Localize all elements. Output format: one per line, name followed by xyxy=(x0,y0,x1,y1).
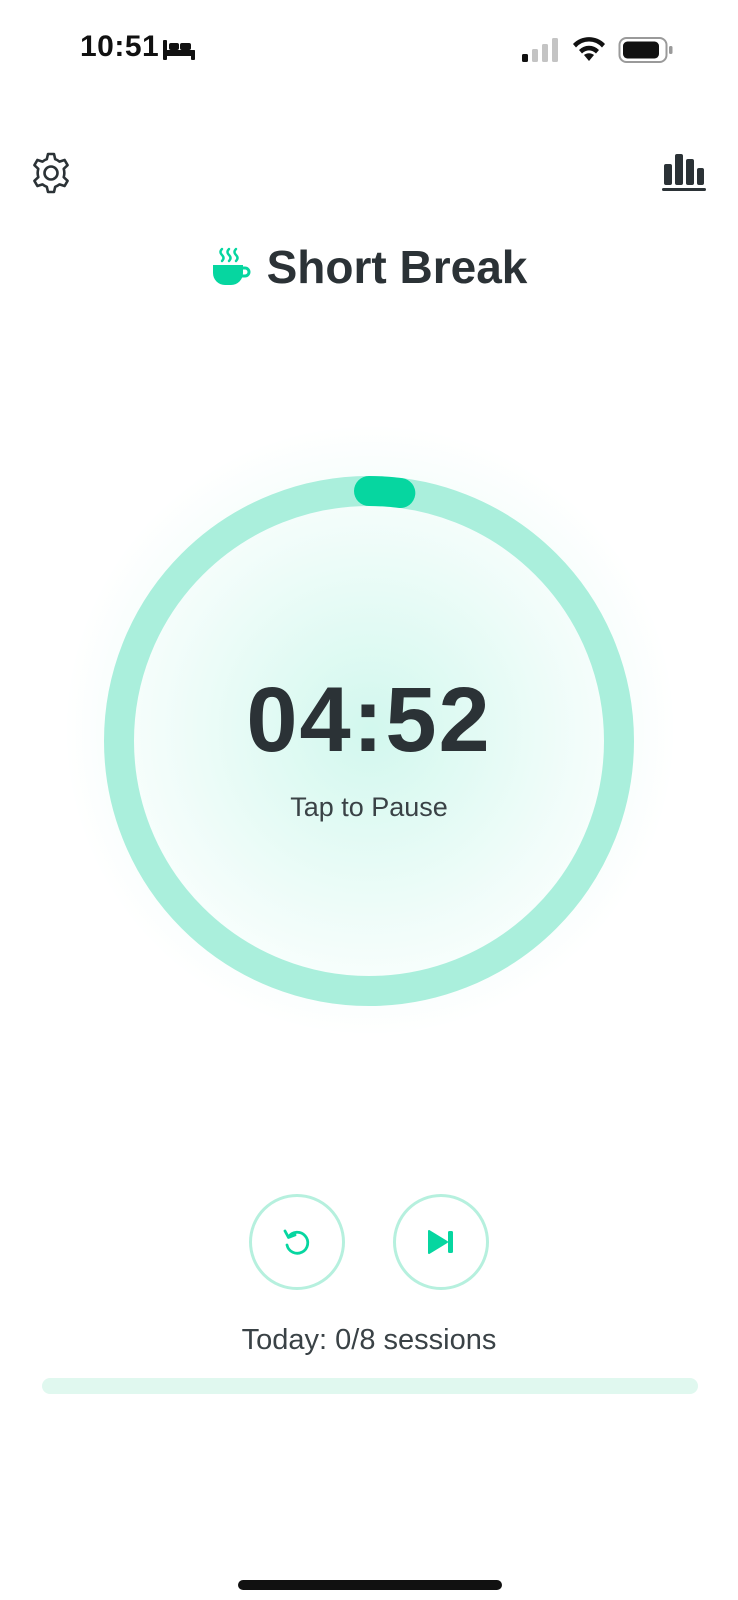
bed-icon xyxy=(163,40,195,60)
reset-icon xyxy=(283,1229,310,1255)
mode-title: Short Break xyxy=(266,241,528,293)
battery-icon xyxy=(618,37,673,63)
reset-button[interactable] xyxy=(249,1194,345,1290)
sessions-progress-bar xyxy=(42,1378,698,1394)
status-time: 10:51 xyxy=(80,30,160,63)
pomodoro-screen: 10:51 Short Break 04:52 Tap to Pause Tod… xyxy=(0,0,738,1600)
bar-chart-icon[interactable] xyxy=(662,152,706,192)
signal-icon xyxy=(522,38,558,62)
gear-icon[interactable] xyxy=(28,150,74,196)
hot-cup-icon xyxy=(212,247,251,285)
home-indicator[interactable] xyxy=(238,1580,502,1590)
wifi-icon xyxy=(573,37,605,61)
mode-title-row: Short Break xyxy=(0,240,738,294)
skip-next-icon xyxy=(428,1230,453,1254)
timer-display[interactable]: 04:52 xyxy=(0,668,738,773)
skip-button[interactable] xyxy=(393,1194,489,1290)
sessions-label: Today: 0/8 sessions xyxy=(241,1324,497,1356)
timer-hint: Tap to Pause xyxy=(290,792,448,822)
